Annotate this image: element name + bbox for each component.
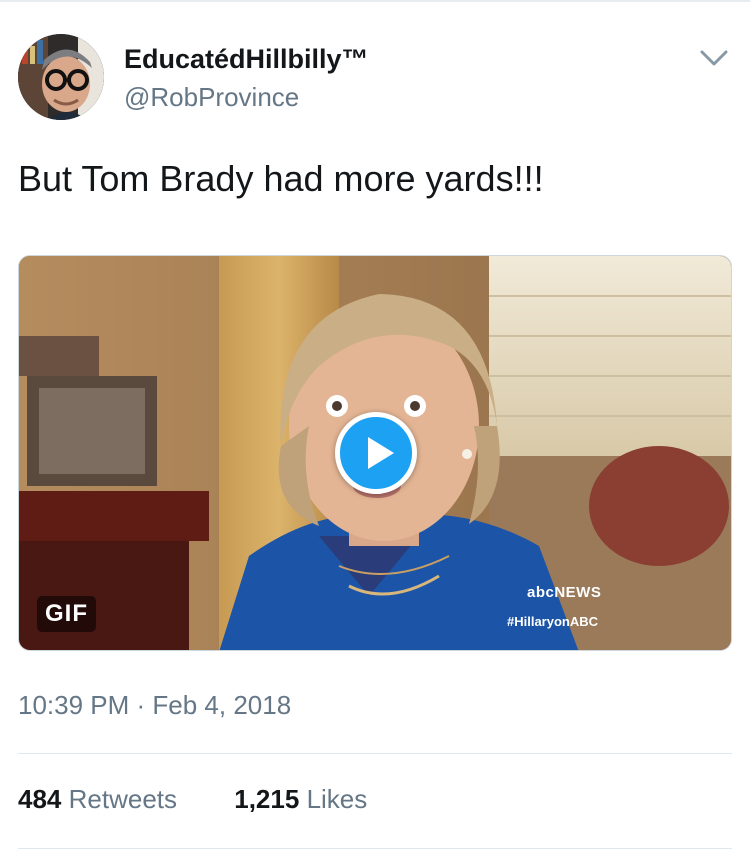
gif-media-card[interactable]: GIF abcNEWS #HillaryonABC bbox=[18, 255, 732, 651]
likes-count: 1,215 bbox=[234, 784, 300, 814]
tweet-stats: 484 Retweets 1,215 Likes bbox=[18, 784, 367, 815]
likes-stat[interactable]: 1,215 Likes bbox=[234, 784, 367, 815]
play-button[interactable] bbox=[335, 412, 417, 494]
display-name[interactable]: EducatédHillbilly™ bbox=[124, 44, 369, 75]
retweets-label: Retweets bbox=[68, 784, 178, 814]
retweets-stat[interactable]: 484 Retweets bbox=[18, 784, 177, 815]
chevron-down-icon bbox=[700, 50, 728, 66]
user-handle[interactable]: @RobProvince bbox=[124, 82, 299, 113]
gif-badge: GIF bbox=[37, 596, 96, 632]
divider-stats-bottom bbox=[18, 848, 732, 849]
media-hashtag: #HillaryonABC bbox=[507, 614, 599, 629]
tweet-timestamp[interactable]: 10:39 PM · Feb 4, 2018 bbox=[18, 690, 291, 721]
play-icon bbox=[368, 437, 394, 469]
news-logo: abcNEWS bbox=[527, 584, 602, 601]
top-divider bbox=[0, 0, 750, 2]
divider-stats-top bbox=[18, 753, 732, 754]
tweet-text: But Tom Brady had more yards!!! bbox=[18, 158, 544, 199]
tweet-menu-button[interactable] bbox=[696, 44, 732, 72]
avatar-image bbox=[18, 34, 104, 120]
likes-label: Likes bbox=[306, 784, 368, 814]
avatar[interactable] bbox=[18, 34, 104, 120]
retweets-count: 484 bbox=[18, 784, 62, 814]
